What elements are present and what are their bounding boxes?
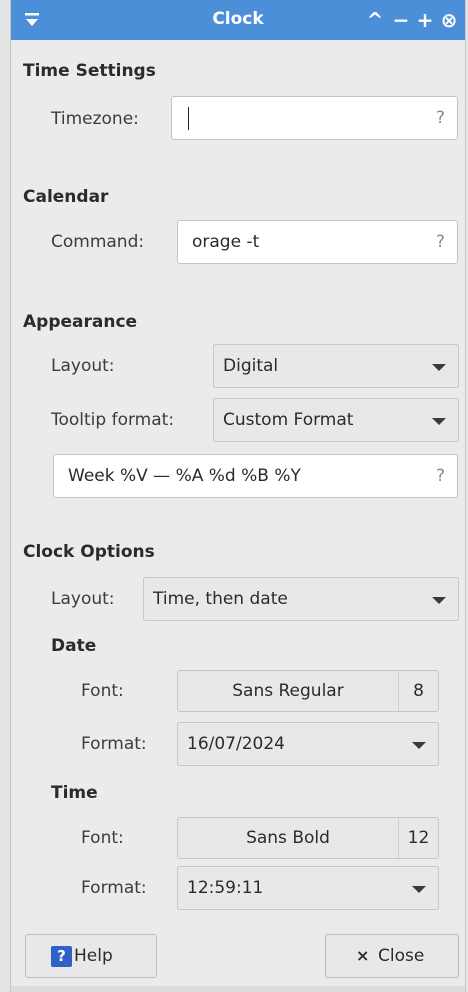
calendar-heading: Calendar — [23, 187, 109, 207]
command-value: orage -t — [192, 232, 260, 252]
close-window-button[interactable]: ⊗ — [437, 7, 461, 33]
minimize-button[interactable]: − — [389, 7, 413, 33]
help-button[interactable]: ? Help — [25, 934, 157, 978]
time-font-button[interactable]: Sans Bold 12 — [177, 817, 439, 859]
chevron-down-icon — [412, 886, 426, 893]
timezone-input[interactable]: ? — [171, 96, 458, 140]
clock-layout-select[interactable]: Time, then date — [143, 577, 459, 621]
date-font-name: Sans Regular — [232, 681, 344, 701]
command-help-icon[interactable]: ? — [436, 232, 445, 252]
time-format-value: 12:59:11 — [187, 878, 264, 898]
time-heading: Time — [51, 783, 98, 803]
clock-settings-dialog: Clock ^ − + ⊗ Time Settings Timezone: ? … — [10, 0, 466, 992]
timezone-help-icon[interactable]: ? — [436, 108, 445, 128]
chevron-down-icon — [432, 364, 446, 371]
clock-layout-value: Time, then date — [153, 589, 288, 609]
date-format-value: 16/07/2024 — [187, 734, 285, 754]
time-font-label: Font: — [81, 828, 124, 848]
titlebar[interactable]: Clock ^ − + ⊗ — [11, 0, 465, 40]
text-cursor — [188, 107, 189, 130]
date-font-size: 8 — [398, 671, 438, 711]
shade-button[interactable]: ^ — [363, 7, 387, 33]
time-format-select[interactable]: 12:59:11 — [177, 866, 439, 910]
date-heading: Date — [51, 636, 97, 656]
custom-format-help-icon[interactable]: ? — [436, 466, 445, 486]
clock-layout-label: Layout: — [51, 589, 115, 609]
command-input[interactable]: orage -t ? — [177, 220, 458, 264]
time-font-name: Sans Bold — [246, 828, 330, 848]
help-icon: ? — [51, 946, 72, 967]
date-format-label: Format: — [81, 734, 147, 754]
time-format-label: Format: — [81, 878, 147, 898]
window-bottom-edge — [11, 986, 465, 992]
timezone-label: Timezone: — [51, 109, 139, 129]
tooltip-format-select[interactable]: Custom Format — [213, 398, 459, 442]
custom-format-value: Week %V — %A %d %B %Y — [68, 466, 301, 486]
appearance-layout-value: Digital — [223, 356, 279, 376]
tooltip-format-label: Tooltip format: — [51, 410, 175, 430]
close-button-label: Close — [378, 946, 425, 966]
date-format-select[interactable]: 16/07/2024 — [177, 722, 439, 766]
command-label: Command: — [51, 232, 145, 252]
custom-format-input[interactable]: Week %V — %A %d %B %Y ? — [53, 454, 458, 498]
appearance-heading: Appearance — [23, 312, 138, 332]
time-settings-heading: Time Settings — [23, 61, 156, 81]
time-font-size: 12 — [398, 818, 438, 858]
maximize-button[interactable]: + — [413, 7, 437, 33]
close-button[interactable]: × Close — [325, 934, 459, 978]
chevron-down-icon — [412, 742, 426, 749]
date-font-button[interactable]: Sans Regular 8 — [177, 670, 439, 712]
appearance-layout-label: Layout: — [51, 356, 115, 376]
chevron-down-icon — [432, 418, 446, 425]
chevron-down-icon — [432, 597, 446, 604]
appearance-layout-select[interactable]: Digital — [213, 344, 459, 388]
tooltip-format-value: Custom Format — [223, 410, 354, 430]
help-button-label: Help — [74, 946, 113, 966]
close-icon: × — [356, 946, 370, 965]
clock-options-heading: Clock Options — [23, 542, 155, 562]
date-font-label: Font: — [81, 681, 124, 701]
